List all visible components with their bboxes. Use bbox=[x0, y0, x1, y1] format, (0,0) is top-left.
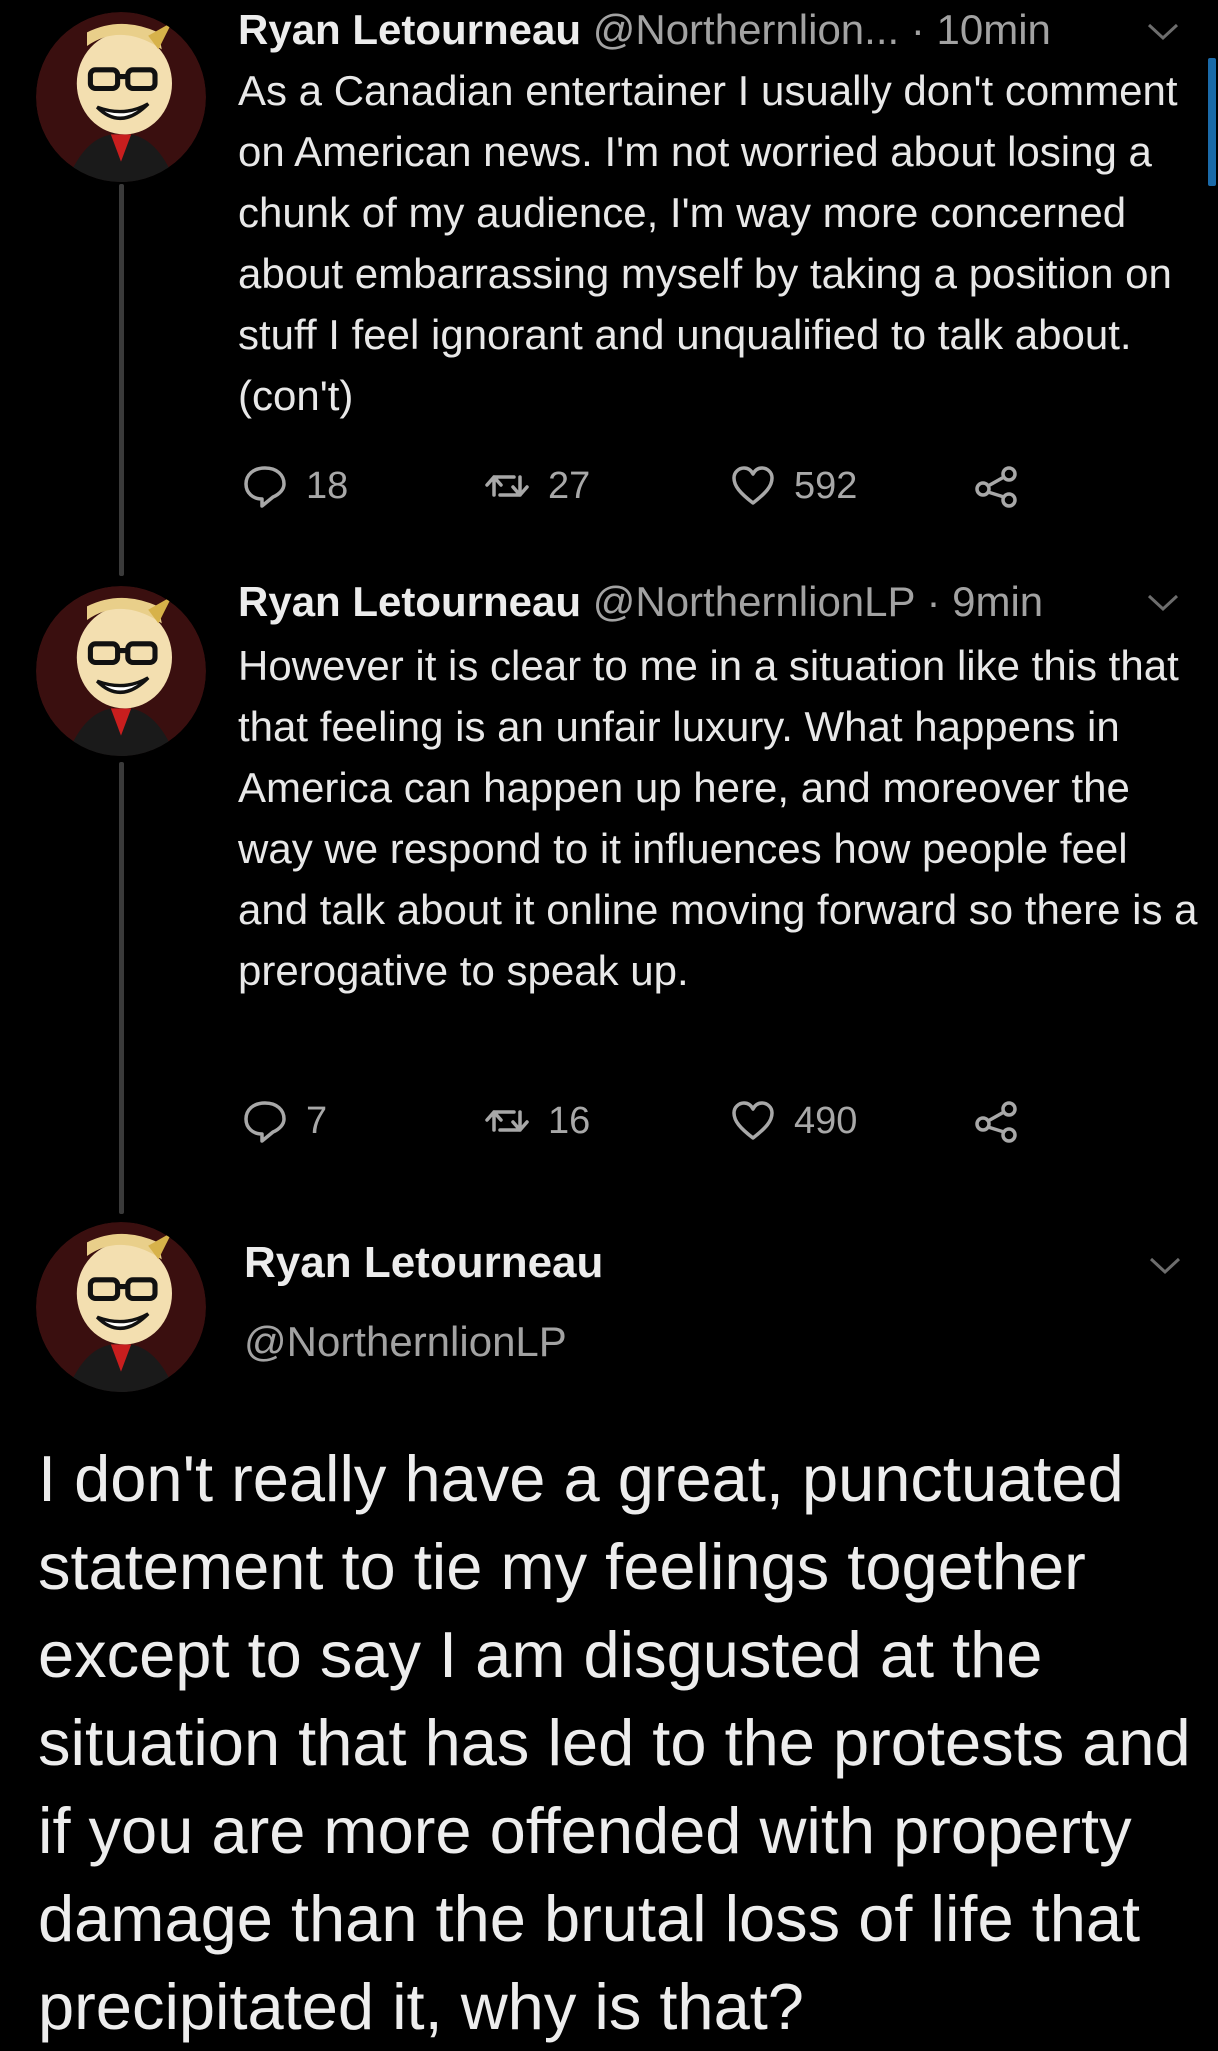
author-name[interactable]: Ryan Letourneau bbox=[238, 6, 581, 53]
retweet-button[interactable]: 27 bbox=[484, 460, 590, 512]
reply-button[interactable]: 18 bbox=[242, 460, 348, 512]
retweet-count: 27 bbox=[548, 464, 591, 507]
like-button[interactable]: 490 bbox=[730, 1095, 857, 1147]
tweet-actions: 7 16 490 bbox=[242, 1095, 1042, 1147]
reply-count: 7 bbox=[306, 1099, 328, 1142]
avatar[interactable] bbox=[36, 12, 206, 182]
tweet-text: As a Canadian entertainer I usually don'… bbox=[238, 67, 1178, 419]
chevron-down-icon[interactable] bbox=[1148, 1256, 1182, 1276]
share-button[interactable] bbox=[974, 1095, 1038, 1147]
author-handle[interactable]: @NorthernlionLP bbox=[244, 1318, 567, 1366]
reply-button[interactable]: 7 bbox=[242, 1095, 327, 1147]
retweet-button[interactable]: 16 bbox=[484, 1095, 590, 1147]
avatar[interactable] bbox=[36, 586, 206, 756]
author-name[interactable]: Ryan Letourneau bbox=[238, 578, 581, 625]
chevron-down-icon[interactable] bbox=[1146, 22, 1180, 42]
timestamp: · 10min bbox=[899, 6, 1051, 53]
thread-line bbox=[119, 184, 124, 576]
reply-icon bbox=[242, 1098, 288, 1144]
like-button[interactable]: 592 bbox=[730, 460, 857, 512]
avatar-cartoon-icon bbox=[36, 12, 206, 182]
retweet-icon bbox=[484, 1098, 530, 1144]
tweet-actions: 18 27 592 bbox=[242, 460, 1042, 512]
author-handle[interactable]: @Northernlion... bbox=[593, 6, 899, 53]
avatar-cartoon-icon bbox=[36, 586, 206, 756]
reply-count: 18 bbox=[306, 464, 349, 507]
heart-icon bbox=[730, 463, 776, 509]
reply-icon bbox=[242, 463, 288, 509]
thread-line bbox=[119, 762, 124, 1214]
tweet-header: Ryan Letourneau @Northernlion... · 10min bbox=[238, 6, 1051, 54]
tweet-header: Ryan Letourneau @NorthernlionLP · 9min bbox=[238, 578, 1043, 626]
chevron-down-icon[interactable] bbox=[1146, 593, 1180, 613]
share-icon bbox=[974, 1098, 1020, 1144]
retweet-icon bbox=[484, 463, 530, 509]
like-count: 490 bbox=[794, 1099, 858, 1142]
timestamp: · 9min bbox=[914, 578, 1044, 625]
like-count: 592 bbox=[794, 464, 858, 507]
heart-icon bbox=[730, 1098, 776, 1144]
share-icon bbox=[974, 463, 1020, 509]
scroll-indicator[interactable] bbox=[1208, 58, 1216, 186]
tweet-text: However it is clear to me in a situation… bbox=[238, 642, 1198, 994]
retweet-count: 16 bbox=[548, 1099, 591, 1142]
author-handle[interactable]: @NorthernlionLP bbox=[593, 578, 915, 625]
avatar-cartoon-icon bbox=[36, 1222, 206, 1392]
author-name[interactable]: Ryan Letourneau bbox=[244, 1238, 603, 1288]
avatar[interactable] bbox=[36, 1222, 206, 1392]
main-tweet-text: I don't really have a great, punctuated … bbox=[38, 1442, 1191, 2043]
share-button[interactable] bbox=[974, 460, 1038, 512]
